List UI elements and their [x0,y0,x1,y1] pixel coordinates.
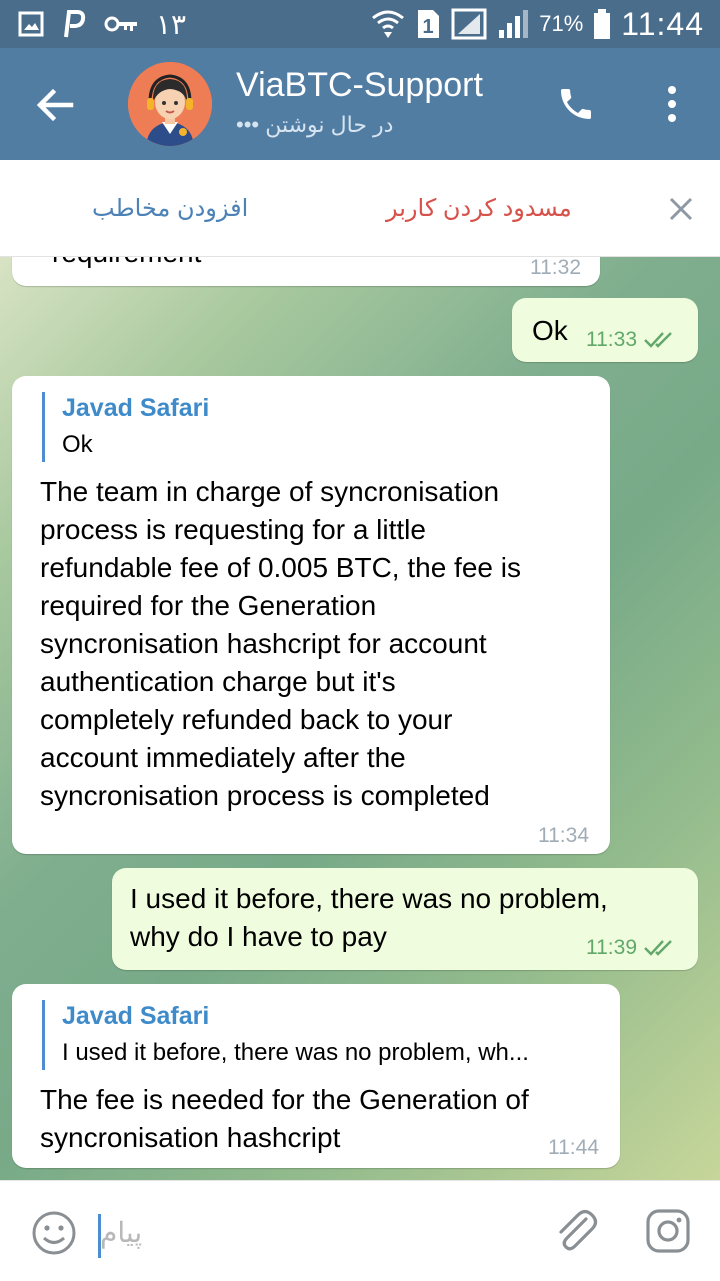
message-time: 11:39 [586,936,677,960]
message-text: The team in charge of syncronisation pro… [40,473,521,815]
message-line: The team in charge of syncronisation [40,476,500,507]
attach-button[interactable] [550,1205,602,1257]
chat-title[interactable]: ViaBTC-Support [236,66,483,105]
reply-author: Javad Safari [62,1002,210,1030]
signal-box-icon [451,8,487,40]
sim-number: 1 [423,16,434,38]
chat-header: ViaBTC-Support در حال نوشتن ••• [0,48,720,160]
message-time: 11:44 [548,1136,599,1159]
battery-percent: 71% [539,11,584,36]
double-check-icon [644,940,672,956]
back-button[interactable] [30,80,80,130]
key-icon [104,14,138,34]
message-line: required for the Generation [40,590,377,621]
reply-quote[interactable]: Javad Safari Ok [42,392,209,462]
message-list[interactable]: requirement 11:32 Ok 11:33 Javad Safari … [0,256,720,1180]
message-line: account immediately after the [40,742,406,773]
more-vert-icon [668,86,676,122]
avatar[interactable] [128,62,212,146]
battery-icon [593,8,611,40]
wifi-icon [371,8,405,40]
message-line: why do I have to pay [130,921,387,952]
message-line: The fee is needed for the Generation of [40,1084,529,1115]
message-text: I used it before, there was no problem, … [130,880,608,956]
message-text: The fee is needed for the Generation of … [40,1081,529,1157]
text-cursor [98,1214,101,1258]
camera-button[interactable] [644,1207,692,1255]
contact-action-bar: افزودن مخاطب مسدود کردن کاربر [0,160,720,257]
message-composer [0,1180,720,1281]
message-time: 11:33 [586,328,677,352]
call-button[interactable] [550,78,602,130]
clock: 11:44 [621,5,704,42]
sim-icon: 1 [415,8,441,40]
message-line: syncronisation hashcript for account [40,628,487,659]
message-incoming[interactable]: requirement 11:32 [12,256,600,286]
message-outgoing[interactable]: I used it before, there was no problem, … [112,868,698,970]
double-check-icon [644,332,672,348]
status-bar: ١٣ 1 71% 11:44 [0,0,720,48]
message-line: authentication charge but it's [40,666,396,697]
message-time-text: 11:33 [586,328,637,351]
message-line: completely refunded back to your [40,704,453,735]
message-line: syncronisation process is completed [40,780,490,811]
message-text: requirement [52,256,201,272]
message-input[interactable] [98,1209,522,1257]
notification-count: ١٣ [156,8,187,40]
emoji-icon [32,1211,76,1255]
add-contact-button[interactable]: افزودن مخاطب [92,194,248,223]
message-line: process is requesting for a little [40,514,426,545]
message-incoming[interactable]: Javad Safari Ok The team in charge of sy… [12,376,610,854]
message-time-text: 11:39 [586,936,637,959]
support-agent-avatar [128,62,212,146]
emoji-button[interactable] [30,1209,78,1257]
more-options-button[interactable] [650,78,694,130]
message-line: syncronisation hashcript [40,1122,341,1153]
p-icon [62,9,86,39]
camera-icon [646,1209,690,1253]
typing-status: در حال نوشتن ••• [236,112,394,137]
reply-quote[interactable]: Javad Safari I used it before, there was… [42,1000,529,1070]
message-incoming[interactable]: Javad Safari I used it before, there was… [12,984,620,1168]
attach-icon [559,1209,598,1251]
back-arrow-icon [36,88,74,122]
reply-author: Javad Safari [62,394,210,422]
message-time: 11:32 [530,256,581,279]
signal-icon [497,8,529,40]
reply-text: I used it before, there was no problem, … [62,1039,529,1066]
phone-icon [561,89,591,119]
message-line: refundable fee of 0.005 BTC, the fee is [40,552,521,583]
reply-text: Ok [62,431,93,458]
close-icon [669,197,693,221]
message-line: I used it before, there was no problem, [130,883,608,914]
message-time: 11:34 [538,824,589,847]
block-user-button[interactable]: مسدود کردن کاربر [386,194,572,223]
message-outgoing[interactable]: Ok 11:33 [512,298,698,362]
message-text: Ok [532,315,568,346]
image-icon [18,11,44,37]
close-action-bar-button[interactable] [664,192,698,226]
